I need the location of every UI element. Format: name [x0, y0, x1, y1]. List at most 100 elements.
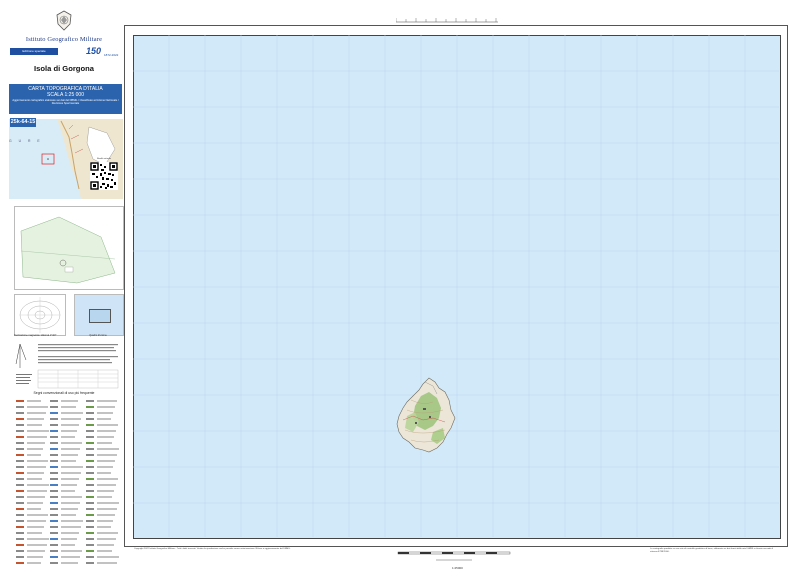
legend-label-line — [97, 496, 112, 498]
legend-symbol — [16, 562, 24, 564]
legend-label-line — [27, 400, 41, 402]
magnetic-graphic — [19, 297, 61, 333]
footer-copyright: Copyright 2022 Istituto Geografico Milit… — [134, 548, 291, 550]
legend-label-line — [61, 562, 78, 564]
legend-symbol — [16, 502, 24, 504]
legend-symbol — [50, 514, 58, 516]
sheet-index-diagram — [14, 206, 124, 290]
legend-label-line — [97, 472, 111, 474]
legend-block — [14, 396, 126, 574]
legend-symbol — [16, 478, 24, 480]
legend-label-line — [61, 460, 76, 462]
legend-symbol — [16, 550, 24, 552]
legend-symbol — [86, 496, 94, 498]
legend-label-line — [61, 532, 79, 534]
legend-symbol — [16, 442, 24, 444]
legend-label-line — [27, 544, 47, 546]
legend-label-line — [97, 448, 119, 450]
legend-symbol — [16, 430, 24, 432]
legend-symbol — [86, 508, 94, 510]
legend-symbol — [16, 460, 24, 462]
legend-label-line — [27, 460, 48, 462]
adjacent-sheets-diagram — [74, 294, 124, 336]
footer-geodetic-note: La cartografia prodotta su una rete di c… — [650, 548, 774, 553]
legend-label-line — [27, 412, 46, 414]
legend-symbol — [50, 532, 58, 534]
legend-label-line — [97, 538, 116, 540]
anniversary-logo: 150 — [86, 46, 102, 56]
legend-symbol — [86, 502, 94, 504]
adjacent-sheets-caption: Quadro d'unione — [89, 334, 107, 337]
legend-symbol — [86, 460, 94, 462]
legend-label-line — [97, 502, 119, 504]
legend-symbol — [16, 406, 24, 408]
legend-symbol — [50, 556, 58, 558]
legend-label-line — [97, 454, 117, 456]
magnetic-caption: Declinazione magnetica: Valori al 1°/20° — [14, 334, 57, 337]
magnetic-declination-diagram — [14, 294, 66, 336]
legend-symbol — [86, 466, 94, 468]
legend-symbol — [16, 520, 24, 522]
left-panel: Istituto Geografico Militare Edizione sp… — [6, 6, 124, 574]
legend-label-line — [61, 400, 78, 402]
legend-label-line — [27, 550, 45, 552]
legend-symbol — [86, 406, 94, 408]
legend-label-line — [61, 490, 75, 492]
island-gorgona[interactable] — [393, 376, 457, 454]
legend-label-line — [97, 526, 111, 528]
legend-label-line — [27, 430, 49, 432]
legend-symbol — [16, 418, 24, 420]
legend-label-line — [97, 514, 115, 516]
legend-symbol — [86, 556, 94, 558]
index-diagram-graphic — [20, 216, 116, 284]
legend-symbol — [16, 496, 24, 498]
legend-label-line — [97, 508, 117, 510]
legend-label-line — [61, 544, 75, 546]
legend-symbol — [86, 418, 94, 420]
legend-symbol — [86, 412, 94, 414]
legend-label-line — [61, 508, 78, 510]
legend-symbol — [16, 532, 24, 534]
legend-label-line — [97, 544, 114, 546]
legend-symbol — [50, 418, 58, 420]
legend-label-line — [27, 478, 42, 480]
legend-symbol — [86, 478, 94, 480]
legend-label-line — [61, 472, 81, 474]
legend-symbol — [50, 526, 58, 528]
legend-label-line — [97, 400, 117, 402]
qr-label: Realtà virtuale — [97, 158, 111, 160]
graticule-strip — [396, 18, 498, 23]
legend-label-line — [97, 484, 116, 486]
legend-label-line — [27, 472, 44, 474]
legend-symbol — [50, 424, 58, 426]
legend-label-line — [61, 406, 76, 408]
legend-symbol — [16, 448, 24, 450]
legend-symbol — [16, 436, 24, 438]
legend-label-line — [97, 490, 114, 492]
legend-symbol — [16, 544, 24, 546]
legend-symbol — [50, 550, 58, 552]
legend-label-line — [97, 478, 118, 480]
legend-label-line — [61, 448, 80, 450]
edition-badge: Edizione speciale — [10, 48, 58, 55]
sea-label: G U R E — [9, 139, 43, 143]
emblem-icon — [56, 10, 72, 31]
legend-graphic — [16, 400, 119, 564]
legend-label-line — [97, 466, 113, 468]
current-sheet-box — [89, 309, 111, 323]
legend-label-line — [27, 436, 47, 438]
legend-label-line — [27, 514, 48, 516]
legend-label-line — [97, 562, 117, 564]
legend-label-line — [27, 490, 47, 492]
series-scale: SCALA 1:25 000 — [47, 92, 84, 98]
legend-symbol — [86, 526, 94, 528]
legend-label-line — [97, 520, 113, 522]
legend-symbol — [50, 496, 58, 498]
legend-label-line — [97, 550, 112, 552]
legend-label-line — [61, 466, 83, 468]
legend-symbol — [50, 562, 58, 564]
qr-code-icon[interactable] — [90, 162, 118, 190]
legend-label-line — [61, 454, 78, 456]
legend-label-line — [27, 442, 45, 444]
legend-label-line — [61, 538, 77, 540]
